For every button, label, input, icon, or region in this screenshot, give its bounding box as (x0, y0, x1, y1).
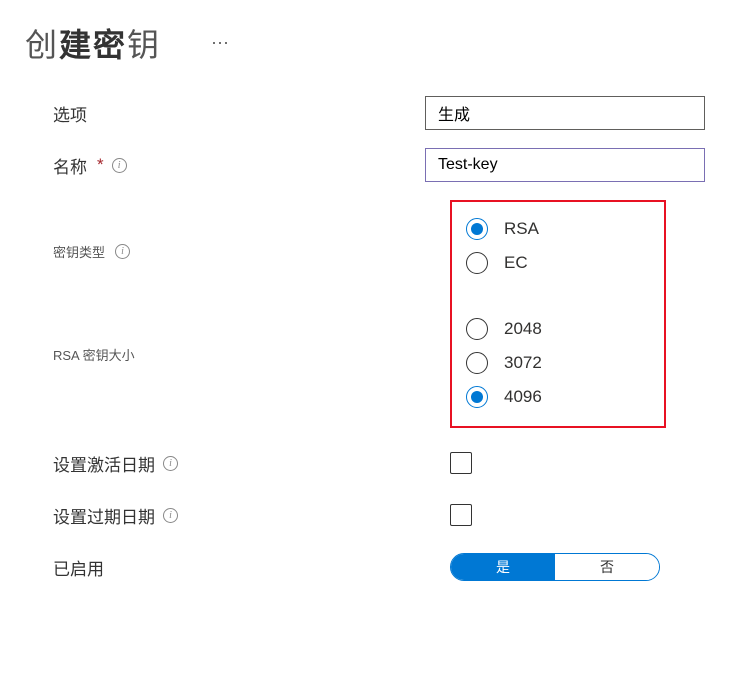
radio-2048[interactable] (466, 318, 488, 340)
radio-ec-label: EC (504, 253, 528, 273)
info-icon[interactable]: i (115, 244, 130, 259)
radio-4096[interactable] (466, 386, 488, 408)
keytype-radio-group: RSA EC (466, 212, 650, 280)
name-input[interactable] (425, 148, 705, 182)
keysize-label: RSA 密钥大小 (53, 348, 135, 363)
toggle-no[interactable]: 否 (555, 554, 659, 580)
radio-2048-label: 2048 (504, 319, 542, 339)
page-title: 创建密钥 (25, 20, 161, 66)
info-icon[interactable]: i (163, 456, 178, 471)
radio-4096-label: 4096 (504, 387, 542, 407)
radio-rsa[interactable] (466, 218, 488, 240)
info-icon[interactable]: i (163, 508, 178, 523)
radio-3072[interactable] (466, 352, 488, 374)
title-part-bold: 建密 (59, 27, 127, 63)
key-config-highlight: RSA EC 2048 3072 4096 (450, 200, 666, 428)
required-star: * (97, 155, 104, 175)
expiration-label: 设置过期日期 (53, 503, 155, 528)
radio-rsa-label: RSA (504, 219, 539, 239)
keysize-label-row: RSA 密钥大小 (53, 345, 135, 365)
name-label: 名称 (53, 153, 87, 178)
title-part: 创 (25, 27, 59, 63)
more-icon[interactable]: ⋯ (211, 33, 231, 54)
enabled-label: 已启用 (53, 555, 104, 580)
options-select[interactable] (425, 96, 705, 130)
expiration-checkbox[interactable] (450, 504, 472, 526)
toggle-yes[interactable]: 是 (451, 554, 555, 580)
options-label: 选项 (53, 101, 87, 126)
radio-ec[interactable] (466, 252, 488, 274)
keytype-label: 密钥类型 (53, 242, 105, 261)
keysize-radio-group: 2048 3072 4096 (466, 312, 650, 414)
radio-3072-label: 3072 (504, 353, 542, 373)
title-part: 钥 (127, 27, 161, 63)
keytype-label-row: 密钥类型 i (53, 242, 130, 261)
activation-checkbox[interactable] (450, 452, 472, 474)
info-icon[interactable]: i (112, 158, 127, 173)
enabled-toggle[interactable]: 是 否 (450, 553, 660, 581)
activation-label: 设置激活日期 (53, 451, 155, 476)
